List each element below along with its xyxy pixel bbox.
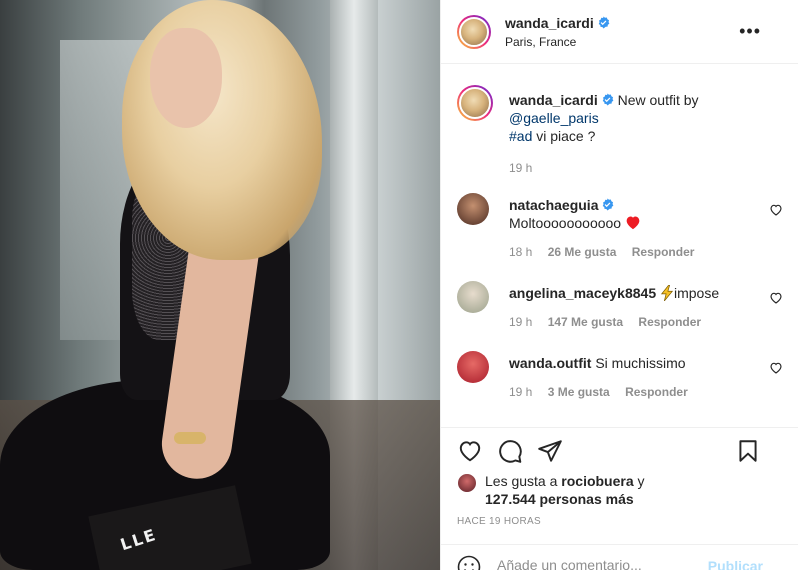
verified-badge-icon	[602, 93, 614, 106]
comment-username[interactable]: natachaeguia	[509, 197, 598, 213]
comment-meta: 19 h 147 Me gusta Responder	[509, 315, 713, 329]
comment-avatar[interactable]	[457, 193, 489, 225]
header-location[interactable]: Paris, France	[505, 35, 610, 49]
like-heart-icon[interactable]	[457, 438, 483, 464]
liker-avatar[interactable]	[457, 473, 477, 493]
comment-avatar[interactable]	[457, 281, 489, 313]
verified-badge-icon	[603, 198, 614, 211]
likes-user[interactable]: rociobuera	[561, 473, 633, 489]
caption-time[interactable]: 19 h	[509, 159, 769, 177]
comment-username[interactable]: angelina_maceyk8845	[509, 285, 656, 301]
header-avatar[interactable]	[457, 14, 491, 49]
comment-reply-button[interactable]: Responder	[632, 245, 695, 259]
instagram-post: LLE wanda_icardi Paris, France ••• wanda…	[0, 0, 798, 570]
comment-bubble-icon[interactable]	[497, 438, 523, 464]
comment-text: Si muchissimo	[595, 355, 686, 371]
more-options-icon[interactable]: •••	[739, 22, 761, 40]
caption-username[interactable]: wanda_icardi	[509, 92, 598, 108]
caption-text: New outfit by	[617, 92, 699, 108]
comment-time[interactable]: 18 h	[509, 245, 532, 259]
photo-hair	[122, 0, 322, 260]
comment-avatar[interactable]	[457, 351, 489, 383]
likes-prefix: Les gusta a	[485, 473, 558, 489]
like-comment-heart-icon[interactable]	[769, 361, 783, 375]
header-username[interactable]: wanda_icardi	[505, 15, 594, 31]
action-bar	[441, 427, 798, 475]
comment-time[interactable]: 19 h	[509, 315, 532, 329]
caption-mention[interactable]: @gaelle_paris	[509, 110, 599, 126]
lightning-emoji-icon	[660, 284, 674, 302]
publish-button[interactable]: Publicar	[708, 558, 763, 570]
comment-text: impose	[674, 285, 720, 301]
caption-hashtag[interactable]: #ad	[509, 128, 532, 144]
comment-likes[interactable]: 147 Me gusta	[548, 315, 623, 329]
add-comment-bar: Publicar	[441, 544, 798, 570]
post-timestamp[interactable]: HACE 19 HORAS	[457, 516, 541, 527]
like-comment-heart-icon[interactable]	[769, 291, 783, 305]
comment-reply-button[interactable]: Responder	[638, 315, 701, 329]
photo-face	[150, 28, 222, 128]
post-side-panel: wanda_icardi Paris, France ••• wanda_ica…	[440, 0, 798, 570]
likes-count[interactable]: 127.544 personas más	[485, 491, 634, 507]
save-bookmark-icon[interactable]	[735, 438, 761, 464]
verified-badge-icon	[598, 16, 610, 28]
emoji-picker-icon[interactable]	[457, 555, 481, 570]
post-header: wanda_icardi Paris, France •••	[441, 0, 798, 64]
comment-username[interactable]: wanda.outfit	[509, 355, 591, 371]
comment-likes[interactable]: 26 Me gusta	[548, 245, 617, 259]
comment-likes[interactable]: 3 Me gusta	[548, 385, 610, 399]
comment-meta: 18 h 26 Me gusta Responder	[509, 245, 706, 259]
comment-text: Moltooooooooooo	[509, 215, 622, 231]
comment-meta: 19 h 3 Me gusta Responder	[509, 385, 700, 399]
like-comment-heart-icon[interactable]	[769, 203, 783, 217]
caption-rest: vi piace ?	[536, 128, 596, 144]
red-heart-emoji-icon	[626, 216, 640, 230]
share-paper-plane-icon[interactable]	[537, 438, 563, 464]
add-comment-input[interactable]	[497, 557, 697, 570]
comments-section: wanda_icardi New outfit by @gaelle_paris…	[441, 65, 798, 425]
comment-reply-button[interactable]: Responder	[625, 385, 688, 399]
photo-bracelet	[174, 432, 206, 444]
comment-time[interactable]: 19 h	[509, 385, 532, 399]
likes-connector: y	[637, 473, 645, 489]
post-photo[interactable]: LLE	[0, 0, 440, 570]
caption-avatar[interactable]	[457, 85, 493, 121]
